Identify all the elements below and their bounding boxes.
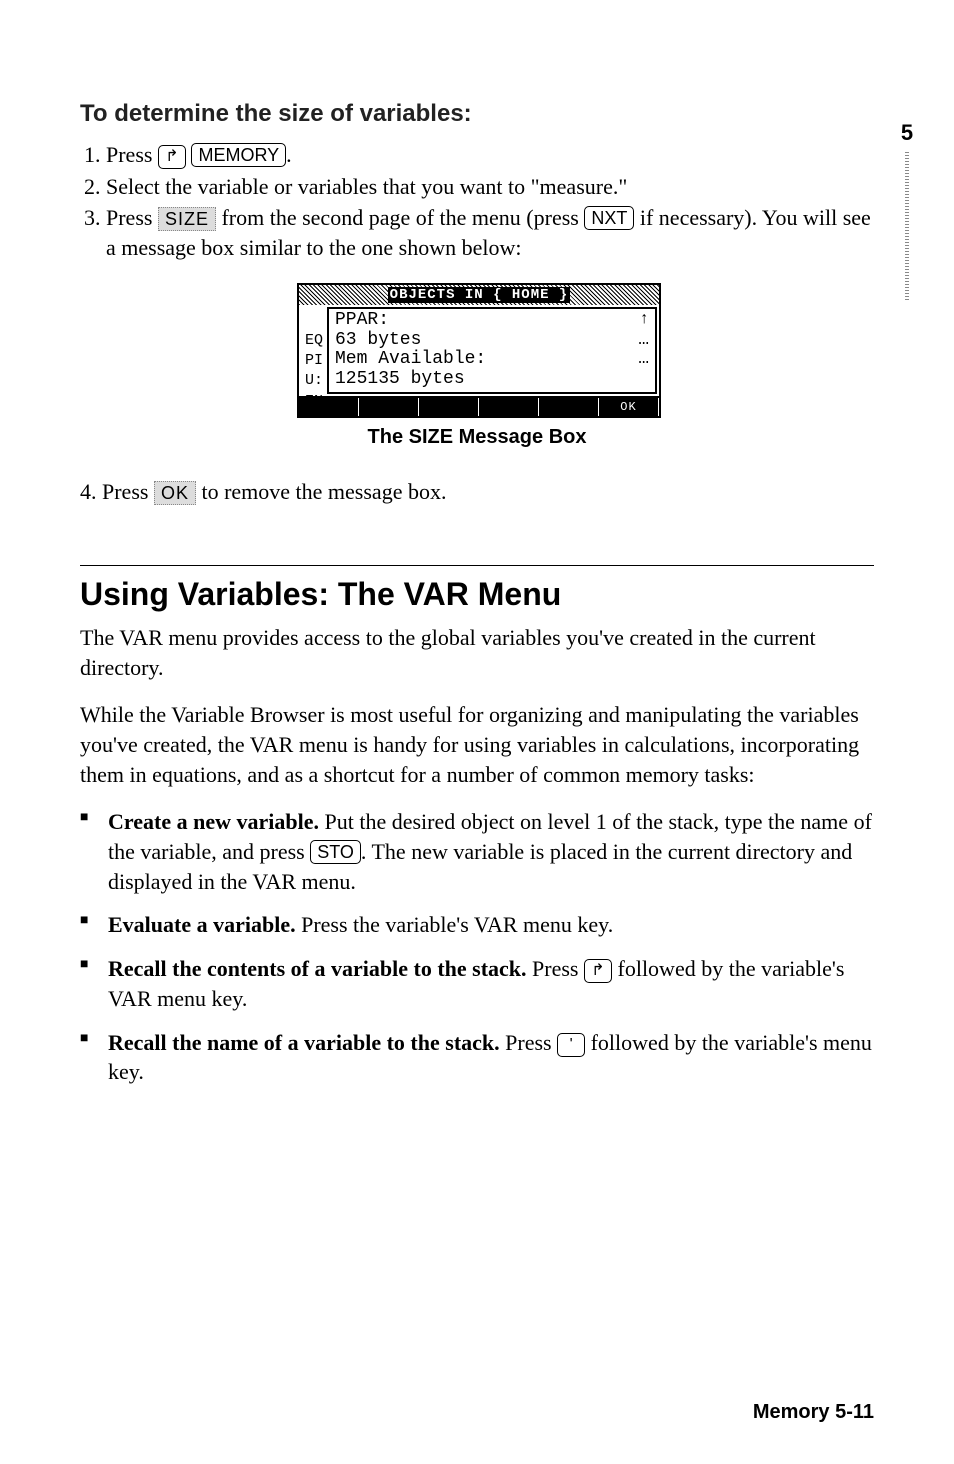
msg-line-2: 63 bytes: [335, 331, 421, 351]
message-box-title-text: OBJECTS IN { HOME }: [388, 287, 571, 303]
screen-wrap: OBJECTS IN { HOME } EQ PI U: EN PPAR: ↑ …: [297, 283, 657, 418]
msg-line-1: PPAR:: [335, 311, 389, 331]
section-title: To determine the size of variables:: [80, 100, 874, 128]
message-box-titlebar: OBJECTS IN { HOME }: [299, 285, 659, 305]
bullet-evaluate: Evaluate a variable. Press the variable'…: [80, 910, 874, 940]
stack-labels: EQ PI U: EN: [305, 331, 323, 412]
step-4: 4. Press OK to remove the message box.: [80, 479, 874, 505]
step-3-text-b: from the second page of the menu (press: [221, 205, 584, 230]
bullet-recall-name: Recall the name of a variable to the sta…: [80, 1028, 874, 1087]
bullet-recall-contents: Recall the contents of a variable to the…: [80, 954, 874, 1013]
chapter-tab: 5: [894, 120, 920, 300]
step-4-num: 4.: [80, 479, 97, 504]
chapter-tab-bar: [905, 150, 909, 300]
stack-label-0: EQ: [305, 331, 323, 351]
bullet-recall-contents-bold: Recall the contents of a variable to the…: [108, 956, 527, 981]
softkey-blank: [419, 398, 479, 416]
bullet-evaluate-bold: Evaluate a variable.: [108, 912, 296, 937]
bullet-create: Create a new variable. Put the desired o…: [80, 807, 874, 896]
ellipsis-icon: …: [638, 331, 649, 351]
nxt-key: NXT: [584, 206, 634, 230]
step-1: Press ↱ MEMORY.: [106, 140, 874, 170]
right-shift-icon: ↱: [584, 959, 612, 983]
paragraph-2: While the Variable Browser is most usefu…: [80, 700, 874, 789]
memory-key: MEMORY: [191, 143, 286, 167]
ok-softkey: OK: [154, 481, 196, 505]
step-1-text-b: .: [286, 142, 292, 167]
step-3: Press SIZE from the second page of the m…: [106, 203, 874, 262]
tick-key-icon: ': [557, 1033, 585, 1057]
msg-line-4: 125135 bytes: [335, 370, 465, 390]
stack-label-2: U:: [305, 371, 323, 391]
size-softkey: SIZE: [158, 207, 216, 231]
bullet-recall-name-bold: Recall the name of a variable to the sta…: [108, 1030, 500, 1055]
softkey-blank: [479, 398, 539, 416]
softkey-blank: [539, 398, 599, 416]
stack-label-3: EN: [305, 392, 323, 412]
paragraph-1: The VAR menu provides access to the glob…: [80, 623, 874, 682]
step-4-text-b: to remove the message box.: [201, 479, 446, 504]
scroll-up-icon: ↑: [639, 311, 649, 331]
figure-caption: The SIZE Message Box: [80, 426, 874, 449]
section-divider: [80, 565, 874, 566]
bullet-recall-name-text-a: Press: [505, 1030, 557, 1055]
right-shift-icon: ↱: [158, 145, 186, 169]
softkey-menu-row: OK: [299, 396, 659, 416]
page-footer: Memory 5-11: [753, 1401, 874, 1424]
stack-label-1: PI: [305, 351, 323, 371]
step-3-text-a: Press: [106, 205, 158, 230]
procedure-list: Press ↱ MEMORY. Select the variable or v…: [80, 140, 874, 263]
step-2: Select the variable or variables that yo…: [106, 172, 874, 202]
softkey-blank: [359, 398, 419, 416]
step-1-text-a: Press: [106, 142, 158, 167]
bullet-recall-contents-text-a: Press: [532, 956, 584, 981]
msg-line-3: Mem Available:: [335, 350, 486, 370]
softkey-ok: OK: [599, 398, 659, 416]
bullet-list: Create a new variable. Put the desired o…: [80, 807, 874, 1087]
page: 5 To determine the size of variables: Pr…: [0, 0, 954, 1464]
heading-var-menu: Using Variables: The VAR Menu: [80, 576, 874, 613]
ellipsis-icon: …: [638, 350, 649, 370]
message-box-body: PPAR: ↑ 63 bytes … Mem Available: … 1251…: [327, 307, 657, 394]
step-4-text-a: Press: [102, 479, 154, 504]
chapter-number: 5: [894, 120, 920, 146]
sto-key: STO: [310, 840, 361, 864]
message-box-screenshot: OBJECTS IN { HOME } EQ PI U: EN PPAR: ↑ …: [297, 283, 661, 418]
bullet-evaluate-text: Press the variable's VAR menu key.: [301, 912, 613, 937]
bullet-create-bold: Create a new variable.: [108, 809, 319, 834]
